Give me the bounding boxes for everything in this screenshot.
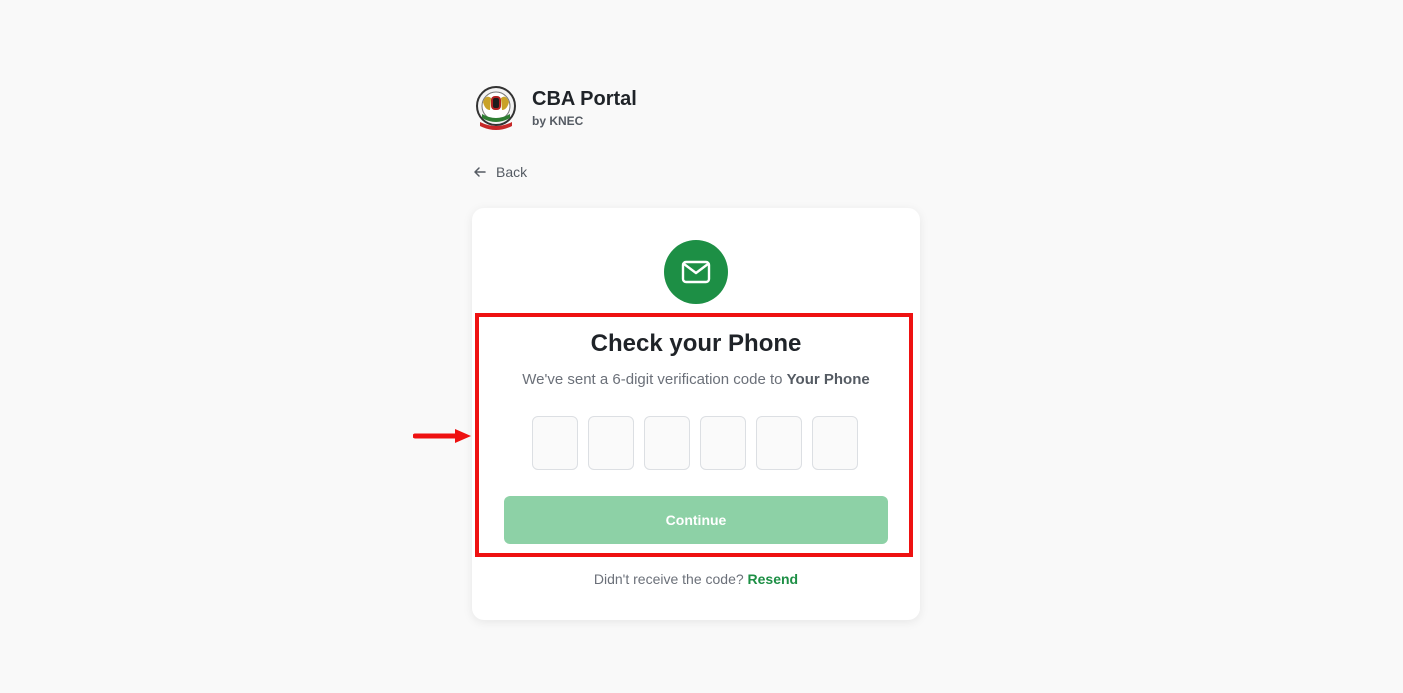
arrow-left-icon: [474, 167, 486, 177]
otp-digit-6[interactable]: [812, 416, 858, 470]
resend-link[interactable]: Resend: [748, 571, 799, 587]
page-title: Check your Phone: [590, 330, 802, 357]
verification-message: We've sent a 6-digit verification code t…: [472, 371, 920, 388]
resend-row: Didn't receive the code? Resend: [472, 571, 920, 587]
otp-digit-1[interactable]: [532, 416, 578, 470]
back-link[interactable]: Back: [473, 164, 527, 180]
red-arrow-right-icon: [413, 429, 471, 443]
verification-target: Your Phone: [786, 371, 870, 388]
verification-message-prefix: We've sent a 6-digit verification code t…: [522, 371, 787, 388]
otp-digit-2[interactable]: [588, 416, 634, 470]
otp-input-group: [532, 416, 858, 470]
resend-prompt: Didn't receive the code?: [593, 571, 748, 587]
brand-subtitle: by KNEC: [532, 114, 584, 128]
otp-digit-5[interactable]: [756, 416, 802, 470]
mail-badge: [664, 240, 728, 304]
continue-button[interactable]: Continue: [504, 496, 888, 544]
otp-digit-3[interactable]: [644, 416, 690, 470]
verification-card: Check your Phone We've sent a 6-digit ve…: [472, 208, 920, 620]
coat-of-arms-logo: [476, 86, 516, 130]
otp-digit-4[interactable]: [700, 416, 746, 470]
brand-title: CBA Portal: [532, 88, 637, 110]
back-label: Back: [496, 164, 528, 180]
brand-header: CBA Portal by KNEC: [474, 84, 637, 132]
page: CBA Portal by KNEC Back Check your Phone…: [0, 0, 1403, 693]
mail-icon: [681, 260, 711, 284]
